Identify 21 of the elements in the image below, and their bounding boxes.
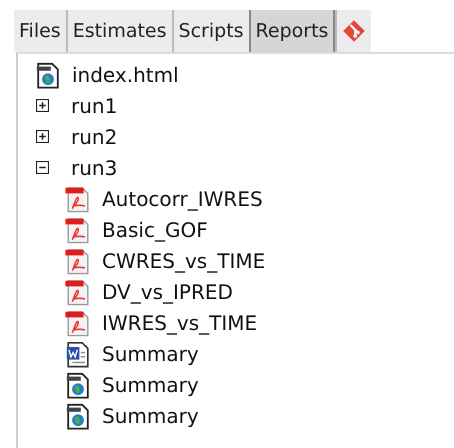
file-label[interactable]: Summary [102,372,199,396]
diamond-icon [342,18,366,42]
file-label[interactable]: DV_vs_IPRED [102,280,233,304]
git-tab[interactable] [335,10,372,52]
folder-label[interactable]: run3 [71,156,118,180]
file-label[interactable]: Autocorr_IWRES [102,186,263,210]
file-label[interactable]: Summary [102,404,199,428]
tab[interactable]: Files [14,10,66,52]
folder-label[interactable]: run2 [71,124,118,148]
expand-icon[interactable] [36,130,49,143]
file-label[interactable]: Basic_GOF [102,218,208,242]
tab[interactable]: Estimates [66,10,172,52]
folder-label[interactable]: run1 [71,94,118,118]
collapse-icon[interactable] [36,161,49,174]
tab[interactable]: Reports [248,10,336,52]
file-label[interactable]: Summary [102,342,199,366]
file-label[interactable]: index.html [72,62,179,86]
expand-icon[interactable] [36,99,49,112]
tab[interactable]: Scripts [172,10,249,52]
file-label[interactable]: IWRES_vs_TIME [102,310,258,334]
file-label[interactable]: CWRES_vs_TIME [102,248,266,272]
